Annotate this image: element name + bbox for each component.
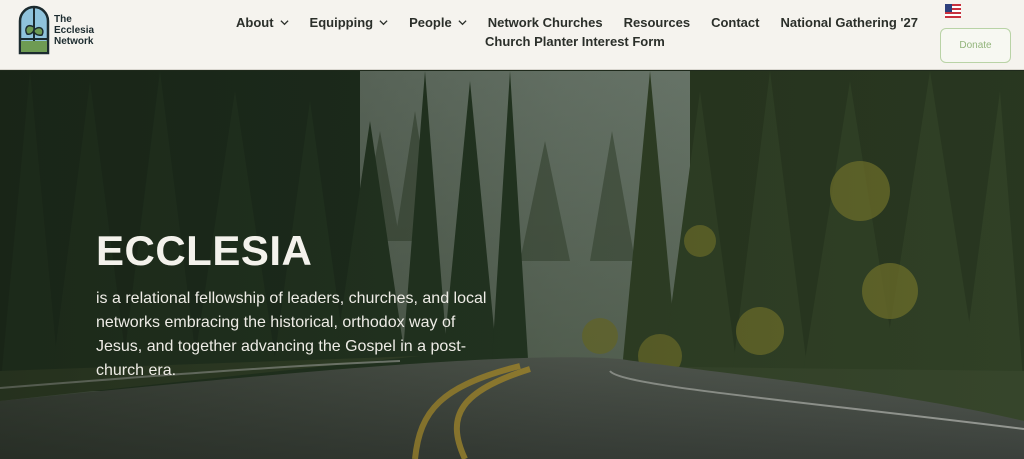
nav-item-label: People — [409, 15, 452, 30]
stained-glass-logo-icon — [18, 5, 50, 55]
nav-item-national-gathering[interactable]: National Gathering '27 — [780, 15, 917, 30]
logo-text-line: Ecclesia — [54, 24, 95, 36]
site-header: The Ecclesia Network About Equipping Peo… — [0, 0, 1024, 70]
chevron-down-icon — [379, 20, 388, 26]
nav-item-network-churches[interactable]: Network Churches — [488, 15, 603, 30]
nav-item-people[interactable]: People — [409, 15, 467, 30]
nav-item-contact[interactable]: Contact — [711, 15, 759, 30]
logo-text-line: Network — [54, 35, 94, 47]
main-nav: About Equipping People Network Churches … — [236, 14, 918, 50]
chevron-down-icon — [279, 20, 289, 26]
logo[interactable]: The Ecclesia Network — [18, 5, 94, 55]
donate-button[interactable]: Donate — [940, 28, 1011, 63]
logo-text: The Ecclesia Network — [54, 14, 94, 47]
nav-item-equipping[interactable]: Equipping — [310, 15, 389, 30]
nav-row-secondary: Church Planter Interest Form — [236, 33, 916, 50]
hero-banner: ECCLESIA is a relational fellowship of l… — [0, 71, 1024, 459]
chevron-down-icon — [458, 20, 467, 26]
nav-item-label: About — [236, 15, 274, 30]
logo-text-line: The — [54, 13, 72, 25]
nav-item-resources[interactable]: Resources — [624, 15, 690, 30]
hero-description: is a relational fellowship of leaders, c… — [96, 290, 487, 379]
nav-item-about[interactable]: About — [236, 15, 289, 30]
us-flag-icon[interactable] — [945, 4, 961, 18]
nav-item-label: Equipping — [309, 15, 374, 30]
nav-row-primary: About Equipping People Network Churches … — [236, 14, 918, 31]
hero-title: ECCLESIA — [96, 227, 313, 274]
nav-item-church-planter-form[interactable]: Church Planter Interest Form — [485, 34, 665, 49]
